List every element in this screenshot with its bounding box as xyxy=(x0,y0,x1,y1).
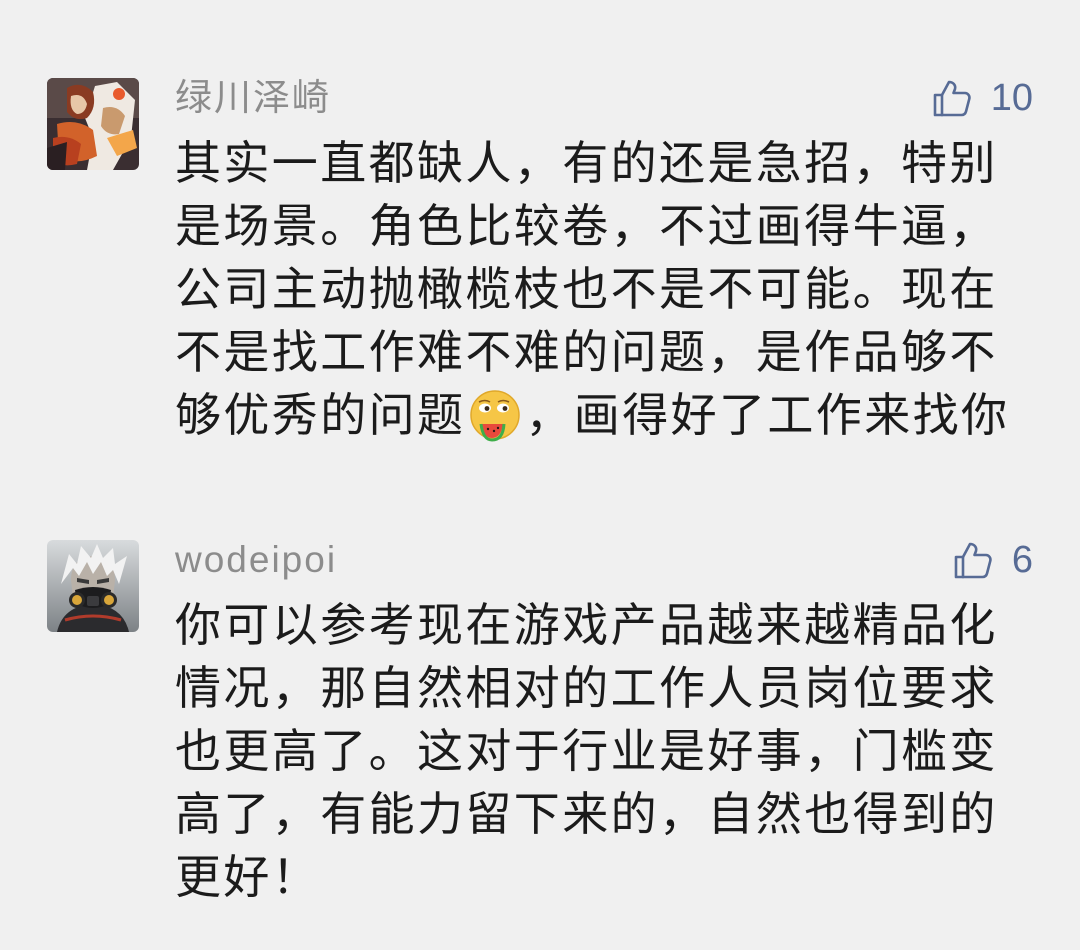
like-count: 10 xyxy=(990,77,1033,119)
like-button[interactable]: 10 xyxy=(931,78,1033,118)
like-count: 6 xyxy=(1011,539,1033,581)
like-button[interactable]: 6 xyxy=(952,540,1033,580)
comment-text-segment: 够优秀的问题 xyxy=(175,389,466,441)
comment-text-line: 其实一直都缺人，有的还是急招，特别 xyxy=(175,137,998,189)
username[interactable]: wodeipoi xyxy=(175,540,337,580)
comment-text-line: 你可以参考现在游戏产品越来越精品化 xyxy=(175,599,998,651)
comment-text-line: 公司主动抛橄榄枝也不是不可能。现在 xyxy=(175,263,998,315)
comment-text-line: 更好！ xyxy=(175,851,321,903)
comment-text-segment: ，画得好了工作来找你 xyxy=(525,389,1010,441)
comment-text-line: 也更高了。这对于行业是好事，门槛变 xyxy=(175,725,998,777)
comment-item: wodeipoi 6 你可以参考现在游戏产品越来越精品化 情况，那自然相对的工作… xyxy=(0,540,1080,920)
comment-item: 绿川泽崎 10 其实一直都缺人，有的还是急招，特别 是场景。角色比较卷，不过画得… xyxy=(0,78,1080,458)
comment-text-line: 够优秀的问题 ，画得好了工作来找你 xyxy=(175,384,1009,447)
masked-character-avatar[interactable] xyxy=(47,540,139,632)
anime-character-avatar[interactable] xyxy=(47,78,139,170)
thumbs-up-icon xyxy=(952,539,994,581)
comment-text-line: 高了，有能力留下来的，自然也得到的 xyxy=(175,788,998,840)
comment-text-line: 是场景。角色比较卷，不过画得牛逼， xyxy=(175,200,998,252)
comment-text-line: 不是找工作难不难的问题，是作品够不 xyxy=(175,326,998,378)
username[interactable]: 绿川泽崎 xyxy=(175,78,331,118)
thumbs-up-icon xyxy=(931,77,973,119)
melon-eating-face-emoji xyxy=(467,388,523,444)
comment-text-line: 情况，那自然相对的工作人员岗位要求 xyxy=(175,662,998,714)
